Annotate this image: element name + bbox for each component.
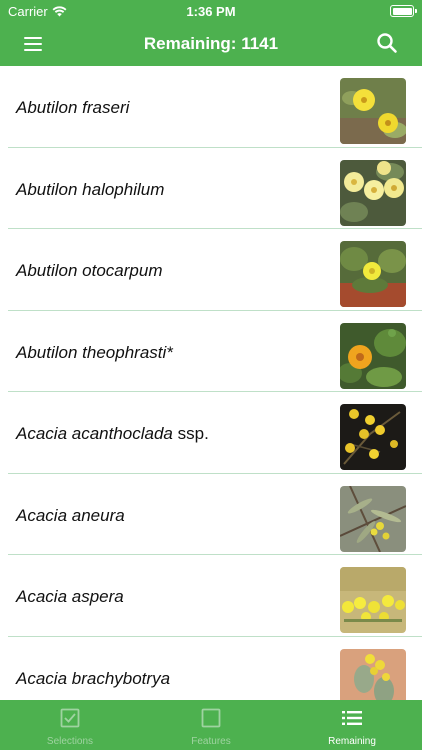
scientific-name: Abutilon halophilum	[16, 179, 165, 199]
tab-selections[interactable]: Selections	[0, 700, 140, 750]
scientific-name: Abutilon theophrasti*	[16, 342, 173, 362]
species-name: Acacia acanthoclada ssp.	[16, 424, 209, 444]
species-photo	[340, 404, 406, 470]
list-item[interactable]: Acacia aneura	[8, 474, 422, 555]
species-name: Abutilon theophrasti*	[16, 343, 173, 363]
tab-remaining[interactable]: Remaining	[282, 700, 422, 750]
species-name: Abutilon fraseri	[16, 98, 129, 118]
navigation-bar: Remaining: 1141	[0, 22, 422, 66]
scientific-name: Acacia aneura	[16, 505, 125, 525]
tab-label: Selections	[46, 736, 94, 747]
list-item[interactable]: Abutilon otocarpum	[8, 229, 422, 311]
battery-icon	[390, 5, 417, 17]
species-photo	[340, 78, 406, 144]
species-photo	[340, 241, 406, 307]
name-suffix: ssp.	[172, 424, 209, 443]
checkbox-empty-icon	[201, 708, 221, 728]
species-photo	[340, 567, 406, 633]
clock: 1:36 PM	[186, 4, 236, 19]
species-photo	[340, 485, 406, 552]
status-bar: Carrier 1:36 PM	[0, 0, 422, 22]
list-item[interactable]: Abutilon fraseri	[8, 66, 422, 148]
search-button[interactable]	[376, 32, 400, 56]
list-icon	[342, 711, 362, 725]
list-item[interactable]: Acacia aspera	[8, 555, 422, 637]
list-item[interactable]: Acacia brachybotrya	[8, 637, 422, 700]
list-item[interactable]: Abutilon theophrasti*	[8, 311, 422, 392]
checkbox-checked-icon	[60, 708, 80, 728]
tab-features[interactable]: Features	[141, 700, 281, 750]
list-item[interactable]: Abutilon halophilum	[8, 148, 422, 229]
species-photo	[340, 159, 406, 226]
species-name: Abutilon halophilum	[16, 180, 164, 200]
scientific-name: Acacia brachybotrya	[16, 668, 171, 688]
tab-label: Features	[191, 736, 231, 747]
species-photo	[340, 648, 406, 700]
species-photo	[340, 322, 406, 389]
list-item[interactable]: Acacia acanthoclada ssp.	[8, 392, 422, 474]
species-name: Acacia aneura	[16, 506, 125, 526]
page-title: Remaining: 1141	[143, 34, 279, 53]
tab-label: Remaining	[328, 736, 376, 747]
tab-bar: Selections Features Remaining	[0, 700, 422, 750]
scientific-name: Acacia aspera	[16, 587, 124, 606]
species-name: Acacia brachybotrya	[16, 669, 170, 689]
search-icon	[377, 33, 397, 53]
species-list: Abutilon fraseri Abutilon halophilum Abu…	[0, 66, 422, 700]
species-name: Acacia aspera	[16, 587, 124, 607]
scientific-name: Acacia acanthoclada	[16, 424, 173, 443]
species-name: Abutilon otocarpum	[16, 261, 162, 281]
scientific-name: Abutilon otocarpum	[16, 261, 163, 280]
scientific-name: Abutilon fraseri	[16, 98, 130, 117]
